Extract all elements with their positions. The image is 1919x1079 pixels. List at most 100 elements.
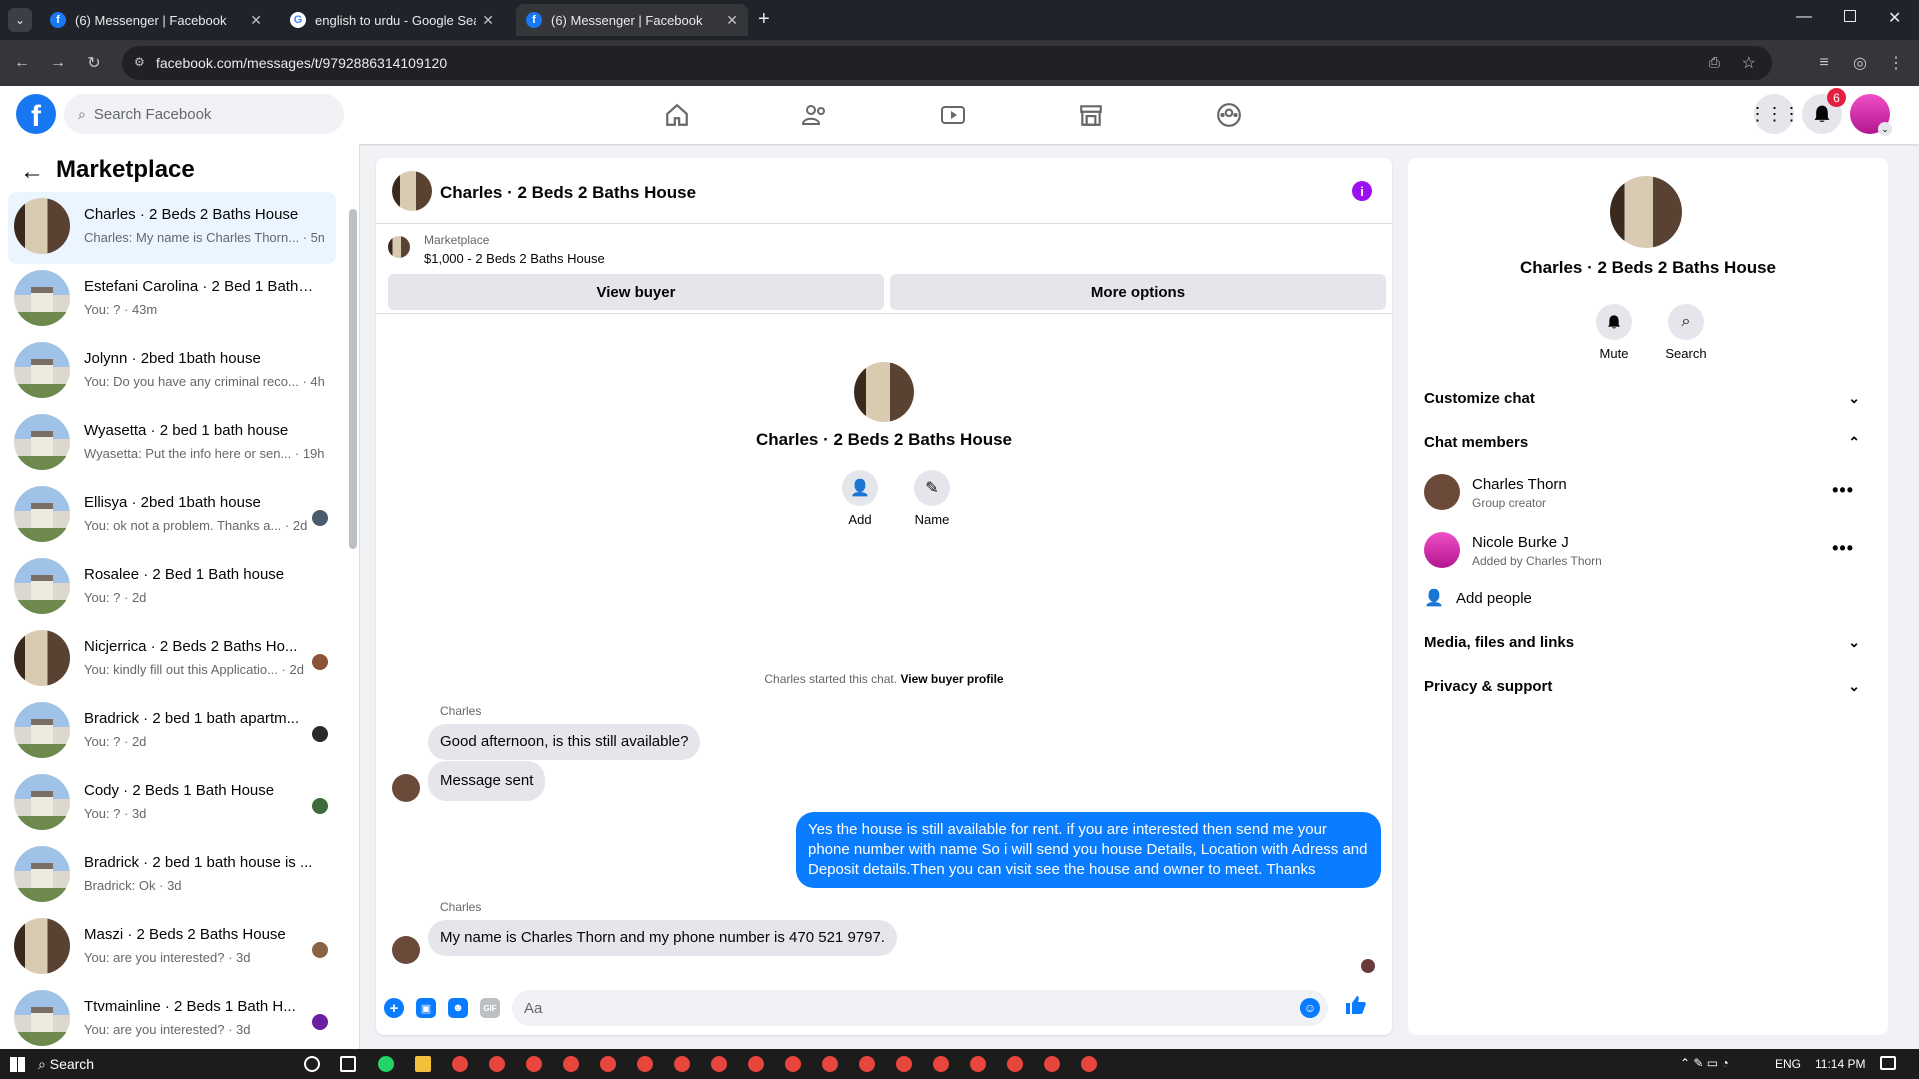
more-options-icon[interactable]: ••• (1832, 538, 1854, 559)
conversation-item[interactable]: Cody · 2 Beds 1 Bath House You: ? · 3d (8, 768, 336, 840)
message-input[interactable]: Aa ☺ (512, 990, 1328, 1026)
message-bubble[interactable]: Good afternoon, is this still available? (428, 724, 701, 760)
add-member-button[interactable]: 👤 Add (830, 470, 890, 527)
media-controls-icon[interactable]: ≡ (1812, 51, 1836, 75)
nav-watch-icon[interactable] (898, 90, 1008, 140)
media-files-links-row[interactable]: Media, files and links ⌄ (1424, 624, 1874, 660)
sticker-icon[interactable]: ☻ (448, 998, 468, 1018)
close-window-icon[interactable]: ✕ (1888, 8, 1901, 28)
view-buyer-profile-link[interactable]: View buyer profile (900, 672, 1003, 686)
attach-photo-icon[interactable]: ▣ (416, 998, 436, 1018)
nav-home-icon[interactable] (622, 90, 732, 140)
browser-tab-3[interactable]: f (6) Messenger | Facebook ✕ (516, 4, 748, 36)
message-bubble[interactable]: My name is Charles Thorn and my phone nu… (428, 920, 897, 956)
chrome-icon[interactable] (563, 1056, 579, 1072)
facebook-search-input[interactable]: ⌕ Search Facebook (64, 94, 344, 134)
language-indicator[interactable]: ENG (1775, 1057, 1801, 1071)
cortana-icon[interactable] (304, 1056, 320, 1072)
conversation-item[interactable]: Estefani Carolina · 2 Bed 1 Bath ... You… (8, 264, 336, 336)
add-people-row[interactable]: 👤 Add people (1424, 580, 1874, 616)
back-arrow-icon[interactable]: ← (20, 158, 44, 186)
sender-avatar[interactable] (392, 774, 420, 802)
listing-price-title[interactable]: $1,000 - 2 Beds 2 Baths House (424, 251, 605, 266)
chat-members-row[interactable]: Chat members ⌃ (1424, 424, 1874, 460)
chrome-icon[interactable] (489, 1056, 505, 1072)
conversation-item[interactable]: Maszi · 2 Beds 2 Baths House You: are yo… (8, 912, 336, 984)
browser-menu-icon[interactable]: ⋮ (1884, 51, 1908, 75)
clock[interactable]: 11:14 PM (1815, 1057, 1865, 1071)
chrome-icon[interactable] (1007, 1056, 1023, 1072)
message-bubble[interactable]: Yes the house is still available for ren… (796, 812, 1381, 888)
file-explorer-icon[interactable] (415, 1056, 431, 1072)
chrome-icon[interactable] (711, 1056, 727, 1072)
conversation-item[interactable]: Ellisya · 2bed 1bath house You: ok not a… (8, 480, 336, 552)
minimize-window-icon[interactable]: — (1796, 8, 1812, 26)
member-item[interactable]: Charles Thorn Group creator ••• (1424, 470, 1874, 520)
chrome-icon[interactable] (1044, 1056, 1060, 1072)
more-options-icon[interactable]: ••• (1832, 480, 1854, 501)
chrome-icon[interactable] (1081, 1056, 1097, 1072)
chrome-icon[interactable] (933, 1056, 949, 1072)
emoji-icon[interactable]: ☺ (1300, 998, 1320, 1018)
like-thumb-icon[interactable] (1344, 993, 1368, 1023)
gif-icon[interactable]: GIF (480, 998, 500, 1018)
more-actions-icon[interactable]: + (384, 998, 404, 1018)
scrollbar[interactable] (349, 209, 357, 549)
conversation-item[interactable]: Ttvmainline · 2 Beds 1 Bath H... You: ar… (8, 984, 336, 1049)
conversation-item[interactable]: Jolynn · 2bed 1bath house You: Do you ha… (8, 336, 336, 408)
close-tab-icon[interactable]: ✕ (726, 12, 738, 29)
chrome-icon[interactable] (600, 1056, 616, 1072)
tab-search-dropdown-icon[interactable]: ⌄ (8, 8, 32, 32)
system-tray-icons[interactable]: ⌃ ✎ ▭ ◔ (1680, 1056, 1729, 1070)
site-info-icon[interactable]: ⚙ (134, 55, 145, 69)
conversation-item[interactable]: Rosalee · 2 Bed 1 Bath house You: ? · 2d (8, 552, 336, 624)
chrome-icon[interactable] (859, 1056, 875, 1072)
browser-tab-2[interactable]: G english to urdu - Google Search ✕ (280, 4, 504, 36)
search-in-chat-button[interactable]: ⌕ Search (1662, 304, 1710, 361)
close-tab-icon[interactable]: ✕ (250, 12, 262, 29)
message-bubble[interactable]: Message sent (428, 761, 546, 801)
account-avatar[interactable]: ⌄ (1850, 94, 1892, 136)
mute-button[interactable]: Mute (1590, 304, 1638, 361)
nav-friends-icon[interactable] (760, 90, 870, 140)
conversation-item[interactable]: Wyasetta · 2 bed 1 bath house Wyasetta: … (8, 408, 336, 480)
sender-avatar[interactable] (392, 936, 420, 964)
taskbar-search[interactable]: ⌕ Search (38, 1056, 94, 1073)
chrome-icon[interactable] (452, 1056, 468, 1072)
member-item[interactable]: Nicole Burke J Added by Charles Thorn ••… (1424, 528, 1874, 578)
address-bar[interactable]: ⚙ facebook.com/messages/t/97928863141091… (122, 46, 1772, 80)
conversation-item[interactable]: Bradrick · 2 bed 1 bath apartm... You: ?… (8, 696, 336, 768)
chrome-icon[interactable] (748, 1056, 764, 1072)
reload-icon[interactable]: ↻ (82, 51, 106, 75)
conversation-item[interactable]: Bradrick · 2 bed 1 bath house is ... Bra… (8, 840, 336, 912)
facebook-logo-icon[interactable]: f (16, 94, 56, 134)
profile-icon[interactable]: ◎ (1848, 51, 1872, 75)
chat-title[interactable]: Charles · 2 Beds 2 Baths House (440, 183, 696, 203)
more-options-button[interactable]: More options (890, 274, 1386, 310)
customize-chat-row[interactable]: Customize chat ⌄ (1424, 380, 1874, 416)
forward-icon[interactable]: → (46, 51, 70, 75)
restore-window-icon[interactable] (1844, 10, 1856, 22)
view-buyer-button[interactable]: View buyer (388, 274, 884, 310)
conversation-item[interactable]: Charles · 2 Beds 2 Baths House Charles: … (8, 192, 336, 264)
windows-start-icon[interactable] (10, 1057, 25, 1072)
chrome-icon[interactable] (822, 1056, 838, 1072)
privacy-support-row[interactable]: Privacy & support ⌄ (1424, 668, 1874, 704)
notification-center-icon[interactable] (1880, 1056, 1896, 1070)
name-chat-button[interactable]: ✎ Name (902, 470, 962, 527)
new-tab-button[interactable]: + (758, 8, 770, 31)
chrome-icon[interactable] (970, 1056, 986, 1072)
whatsapp-icon[interactable] (378, 1056, 394, 1072)
nav-groups-icon[interactable] (1174, 90, 1284, 140)
chrome-icon[interactable] (674, 1056, 690, 1072)
menu-grid-button[interactable]: ⋮⋮⋮ (1749, 94, 1801, 134)
chrome-icon[interactable] (785, 1056, 801, 1072)
nav-marketplace-icon[interactable] (1036, 90, 1146, 140)
back-icon[interactable]: ← (10, 51, 34, 75)
install-app-icon[interactable]: ⎙ (1709, 54, 1720, 71)
chrome-icon[interactable] (526, 1056, 542, 1072)
bookmark-star-icon[interactable]: ☆ (1742, 53, 1756, 73)
browser-tab-1[interactable]: f (6) Messenger | Facebook ✕ (40, 4, 272, 36)
chat-avatar[interactable] (392, 171, 432, 211)
task-view-icon[interactable] (340, 1056, 356, 1072)
